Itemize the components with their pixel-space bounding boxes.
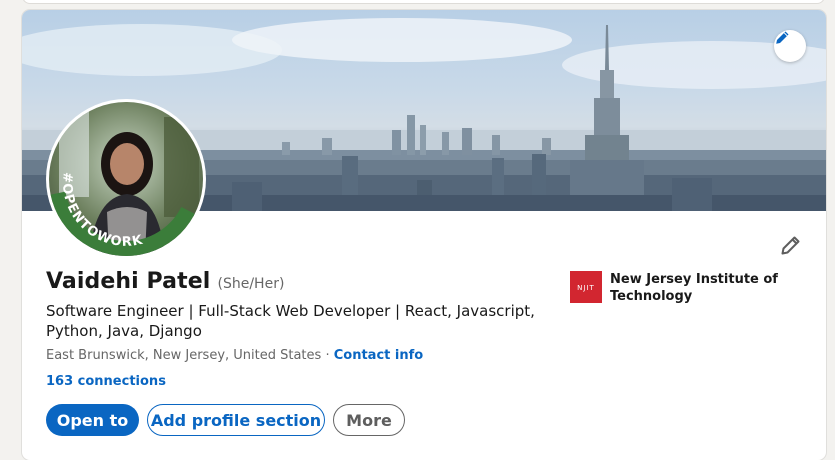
- school-logo: NJIT: [570, 271, 602, 303]
- add-profile-section-button[interactable]: Add profile section: [147, 404, 325, 436]
- profile-photo[interactable]: #OPENTOWORK: [49, 102, 203, 256]
- profile-card: #OPENTOWORK Vaidehi Patel (She/Her) Soft…: [22, 10, 826, 460]
- edit-banner-button[interactable]: [774, 30, 806, 62]
- profile-headline: Software Engineer | Full-Stack Web Devel…: [46, 302, 535, 340]
- education-entry[interactable]: NJIT New Jersey Institute of Technology: [570, 271, 810, 305]
- profile-name: Vaidehi Patel: [46, 269, 211, 294]
- school-logo-text: NJIT: [577, 284, 595, 292]
- separator-dot: ·: [325, 348, 330, 363]
- pencil-icon: [781, 236, 800, 255]
- open-to-button[interactable]: Open to: [46, 404, 139, 436]
- njit-logo-icon: NJIT: [570, 271, 602, 303]
- edit-intro-button[interactable]: [776, 232, 804, 260]
- contact-info-link[interactable]: Contact info: [334, 348, 423, 363]
- profile-photo-frame[interactable]: #OPENTOWORK: [46, 99, 206, 259]
- school-name: New Jersey Institute of Technology: [610, 272, 778, 304]
- pencil-icon: [776, 31, 789, 44]
- previous-card-edge: [22, 0, 825, 4]
- connections-link[interactable]: 163 connections: [46, 374, 166, 389]
- open-to-work-frame: #OPENTOWORK: [49, 171, 203, 256]
- name-row: Vaidehi Patel (She/Her): [46, 269, 284, 294]
- more-button[interactable]: More: [333, 404, 405, 436]
- location-row: East Brunswick, New Jersey, United State…: [46, 348, 423, 363]
- profile-location: East Brunswick, New Jersey, United State…: [46, 348, 322, 363]
- profile-pronouns: (She/Her): [217, 276, 285, 292]
